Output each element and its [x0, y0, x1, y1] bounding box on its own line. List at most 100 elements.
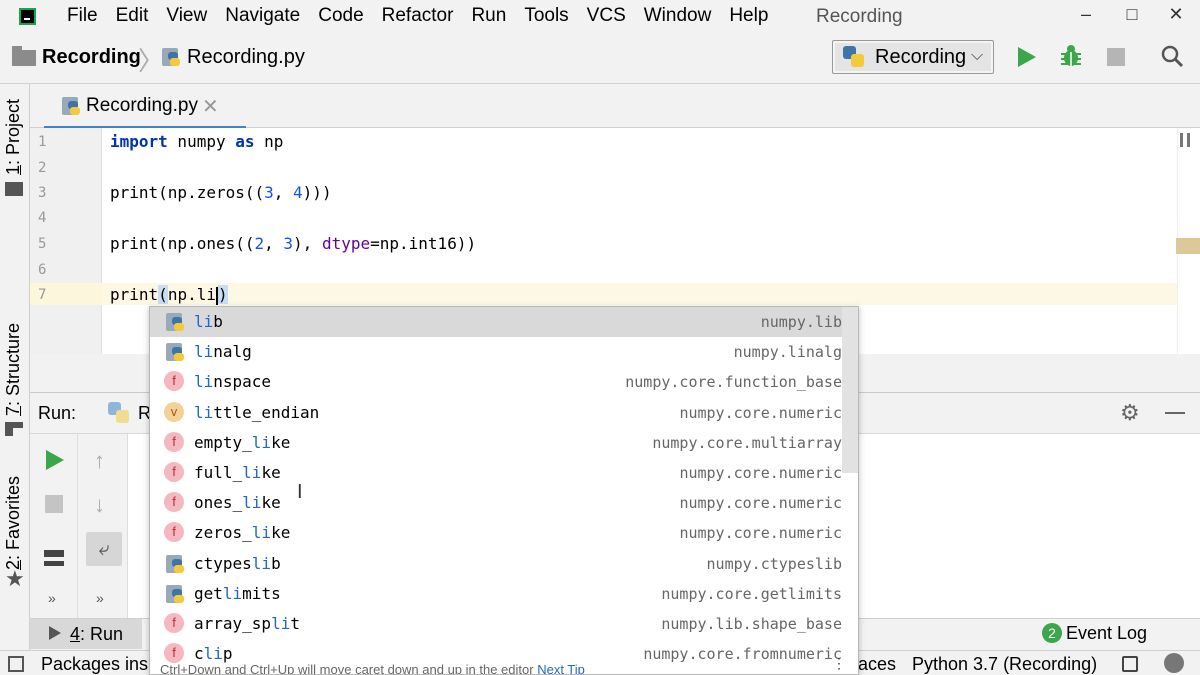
run-tool-label[interactable]: 4: Run [70, 624, 123, 645]
hide-panel-icon[interactable] [1165, 412, 1185, 414]
soft-wrap-button[interactable]: ⤶ [86, 532, 122, 566]
menu-refactor[interactable]: Refactor [373, 5, 463, 27]
up-arrow-icon[interactable]: ↑ [94, 448, 105, 474]
lock-icon[interactable] [1122, 656, 1138, 672]
python-module-icon [164, 341, 184, 362]
current-line-highlight [102, 283, 1177, 305]
code-completion-popup: lib numpy.lib linalg numpy.linalg f linspace n… [149, 306, 859, 675]
stop-run-button[interactable] [45, 495, 63, 513]
menu-view[interactable]: View [157, 5, 216, 27]
completion-item[interactable]: ctypeslib numpy.ctypeslib [150, 549, 842, 579]
menu-navigate[interactable]: Navigate [216, 5, 309, 27]
menu-help[interactable]: Help [720, 5, 777, 27]
python-module-icon [164, 583, 184, 603]
code-line-5: print(np.ones((2, 3), dtype=np.int16)) [110, 234, 477, 253]
tool-tab-favorites[interactable]: 2: Favorites [3, 476, 24, 570]
line-number: 3 [38, 185, 47, 201]
completion-item-source: numpy.lib.shape_base [661, 615, 842, 633]
completion-item-name: little_endian [194, 402, 320, 422]
completion-item-name: linalg [194, 342, 252, 362]
popup-tip: Ctrl+Down and Ctrl+Up will move caret do… [160, 662, 585, 675]
python-icon [843, 46, 865, 68]
structure-icon [5, 422, 23, 436]
completion-item-name: ctypeslib [194, 553, 281, 573]
breadcrumb-project[interactable]: Recording [42, 46, 141, 69]
completion-item-source: numpy.linalg [733, 343, 842, 362]
completion-item-name: linspace [194, 372, 272, 392]
packages-status[interactable]: Packages ins [41, 654, 148, 675]
completion-item[interactable]: f zeros_like numpy.core.numeric [150, 518, 842, 548]
function-icon: f [164, 492, 184, 513]
completion-item[interactable]: getlimits numpy.core.getlimits [150, 579, 842, 609]
python-icon [108, 402, 130, 424]
function-icon: f [164, 462, 184, 482]
completion-item-source: numpy.core.numeric [679, 524, 842, 543]
search-icon[interactable] [1160, 44, 1184, 68]
completion-item-source: numpy.core.numeric [679, 403, 842, 422]
minimize-button[interactable]: – [1066, 4, 1106, 25]
code-line-1: import numpy as np [110, 132, 284, 151]
code-line-7: print(np.li) [110, 285, 228, 305]
completion-item-source: numpy.core.numeric [679, 464, 842, 482]
completion-item[interactable]: f full_like numpy.core.numeric [150, 458, 842, 488]
menu-tools[interactable]: Tools [515, 5, 577, 27]
completion-item[interactable]: f ones_like numpy.core.numeric [150, 488, 842, 518]
menu-run[interactable]: Run [462, 5, 515, 27]
down-arrow-icon[interactable]: ↓ [94, 492, 105, 518]
interpreter-selector[interactable]: Python 3.7 (Recording) [912, 654, 1097, 675]
menu-vcs[interactable]: VCS [578, 5, 635, 27]
python-file-icon [60, 95, 82, 117]
menu-code[interactable]: Code [309, 5, 372, 27]
more-actions-icon[interactable]: » [48, 590, 56, 606]
popup-options-icon[interactable]: ⋮ [832, 655, 846, 672]
completion-item[interactable]: lib numpy.lib [150, 307, 842, 337]
completion-item[interactable]: f array_split numpy.lib.shape_base [150, 609, 842, 639]
run-arrow-icon [49, 626, 61, 640]
menu-edit[interactable]: Edit [107, 5, 158, 27]
gear-icon[interactable]: ⚙ [1120, 400, 1140, 426]
close-tab-icon[interactable]: ✕ [202, 94, 219, 119]
line-number: 2 [38, 160, 47, 176]
completion-item-name: array_split [194, 614, 300, 633]
title-bar: File Edit View Navigate Code Refactor Ru… [0, 0, 1200, 32]
line-number: 7 [38, 287, 47, 303]
ibeam-cursor-icon: I [297, 481, 303, 503]
close-button[interactable]: ✕ [1156, 4, 1196, 25]
popup-scrollbar[interactable] [842, 307, 858, 473]
python-module-icon [164, 311, 184, 331]
completion-item[interactable]: f empty_like numpy.core.multiarray [150, 428, 842, 458]
next-tip-link[interactable]: Next Tip [537, 662, 585, 674]
completion-item[interactable]: v little_endian numpy.core.numeric [150, 398, 842, 428]
inspector-icon[interactable] [1164, 653, 1184, 673]
tool-tab-project[interactable]: 1: Project [3, 99, 24, 175]
run-button[interactable] [1018, 47, 1036, 67]
menu-file[interactable]: File [58, 5, 107, 27]
completion-item-name: ones_like [194, 493, 281, 513]
breadcrumb-file[interactable]: Recording.py [187, 46, 305, 69]
variable-icon: v [164, 401, 184, 422]
tool-window-toggle-icon[interactable] [8, 656, 24, 672]
completion-item[interactable]: linalg numpy.linalg [150, 337, 842, 367]
more-actions-icon[interactable]: » [96, 590, 104, 606]
completion-item-name: clip [194, 644, 233, 664]
run-panel-title: Run: [38, 403, 77, 423]
function-icon: f [164, 613, 184, 633]
tool-tab-structure[interactable]: 7: Structure [3, 323, 24, 416]
layout-icon[interactable] [44, 550, 64, 566]
event-log-button[interactable]: Event Log [1066, 623, 1147, 644]
event-count-badge: 2 [1042, 623, 1062, 643]
status-text-partial: aces [858, 654, 897, 674]
pause-icon[interactable] [1180, 133, 1190, 147]
pycharm-logo-icon [19, 8, 36, 25]
stop-button[interactable] [1107, 48, 1125, 66]
rerun-button[interactable] [46, 450, 64, 470]
completion-item-source: numpy.core.numeric [679, 494, 842, 513]
menu-window[interactable]: Window [635, 5, 721, 27]
tab-recording-py[interactable]: Recording.py ✕ [44, 84, 246, 130]
completion-item[interactable]: f linspace numpy.core.function_base [150, 367, 842, 397]
debug-bug-icon[interactable] [1060, 44, 1082, 68]
maximize-button[interactable]: □ [1112, 4, 1152, 25]
line-number: 1 [38, 134, 47, 150]
completion-item-name: full_like [194, 463, 281, 482]
run-configuration-selector[interactable]: Recording ⌵ [832, 40, 994, 74]
